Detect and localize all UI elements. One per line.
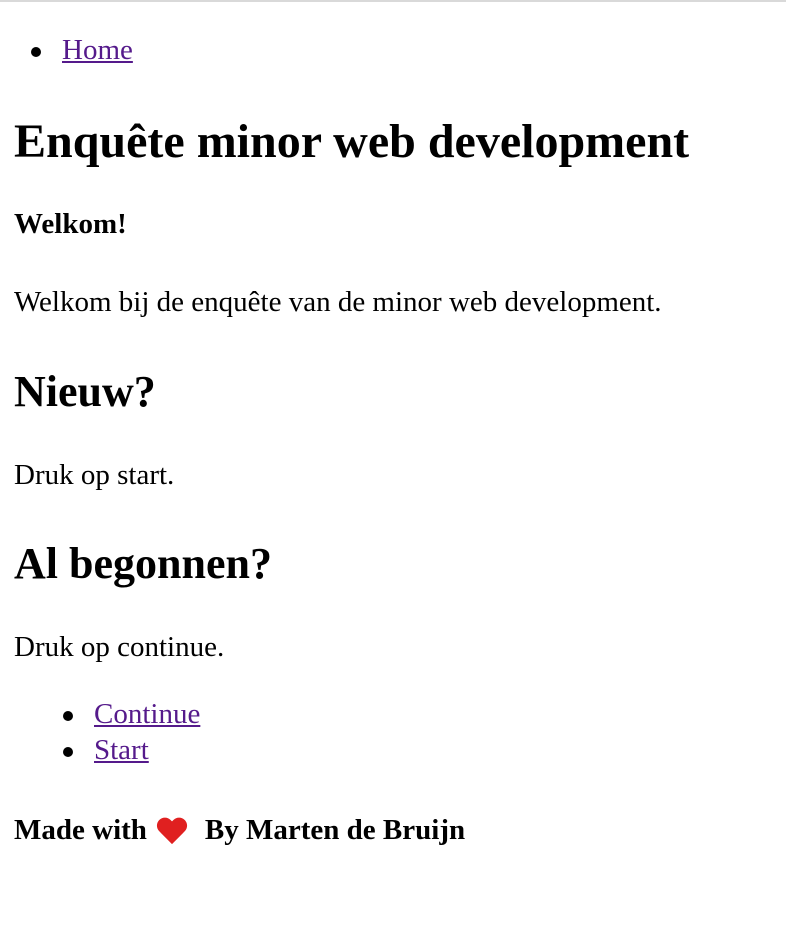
list-item-start: Start [62,732,200,768]
actions-list: Continue Start [62,696,200,768]
nav-list: Home [31,32,133,68]
home-link[interactable]: Home [62,34,133,66]
start-link[interactable]: Start [94,734,149,766]
list-item-continue: Continue [62,696,200,732]
browser-top-border [0,0,786,2]
welcome-heading: Welkom! [14,208,127,240]
page-title: Enquête minor web development [14,115,690,168]
footer: Made with By Marten de Bruijn [14,812,465,848]
footer-prefix: Made with [14,814,147,846]
begun-heading: Al begonnen? [14,539,272,588]
nav-item-home: Home [31,32,133,68]
new-text: Druk op start. [14,459,175,491]
begun-text: Druk op continue. [14,631,225,663]
heart-icon [157,816,187,844]
continue-link[interactable]: Continue [94,698,200,730]
new-heading: Nieuw? [14,367,156,416]
footer-author: By Marten de Bruijn [204,814,466,846]
welcome-text: Welkom bij de enquête van de minor web d… [14,286,662,318]
